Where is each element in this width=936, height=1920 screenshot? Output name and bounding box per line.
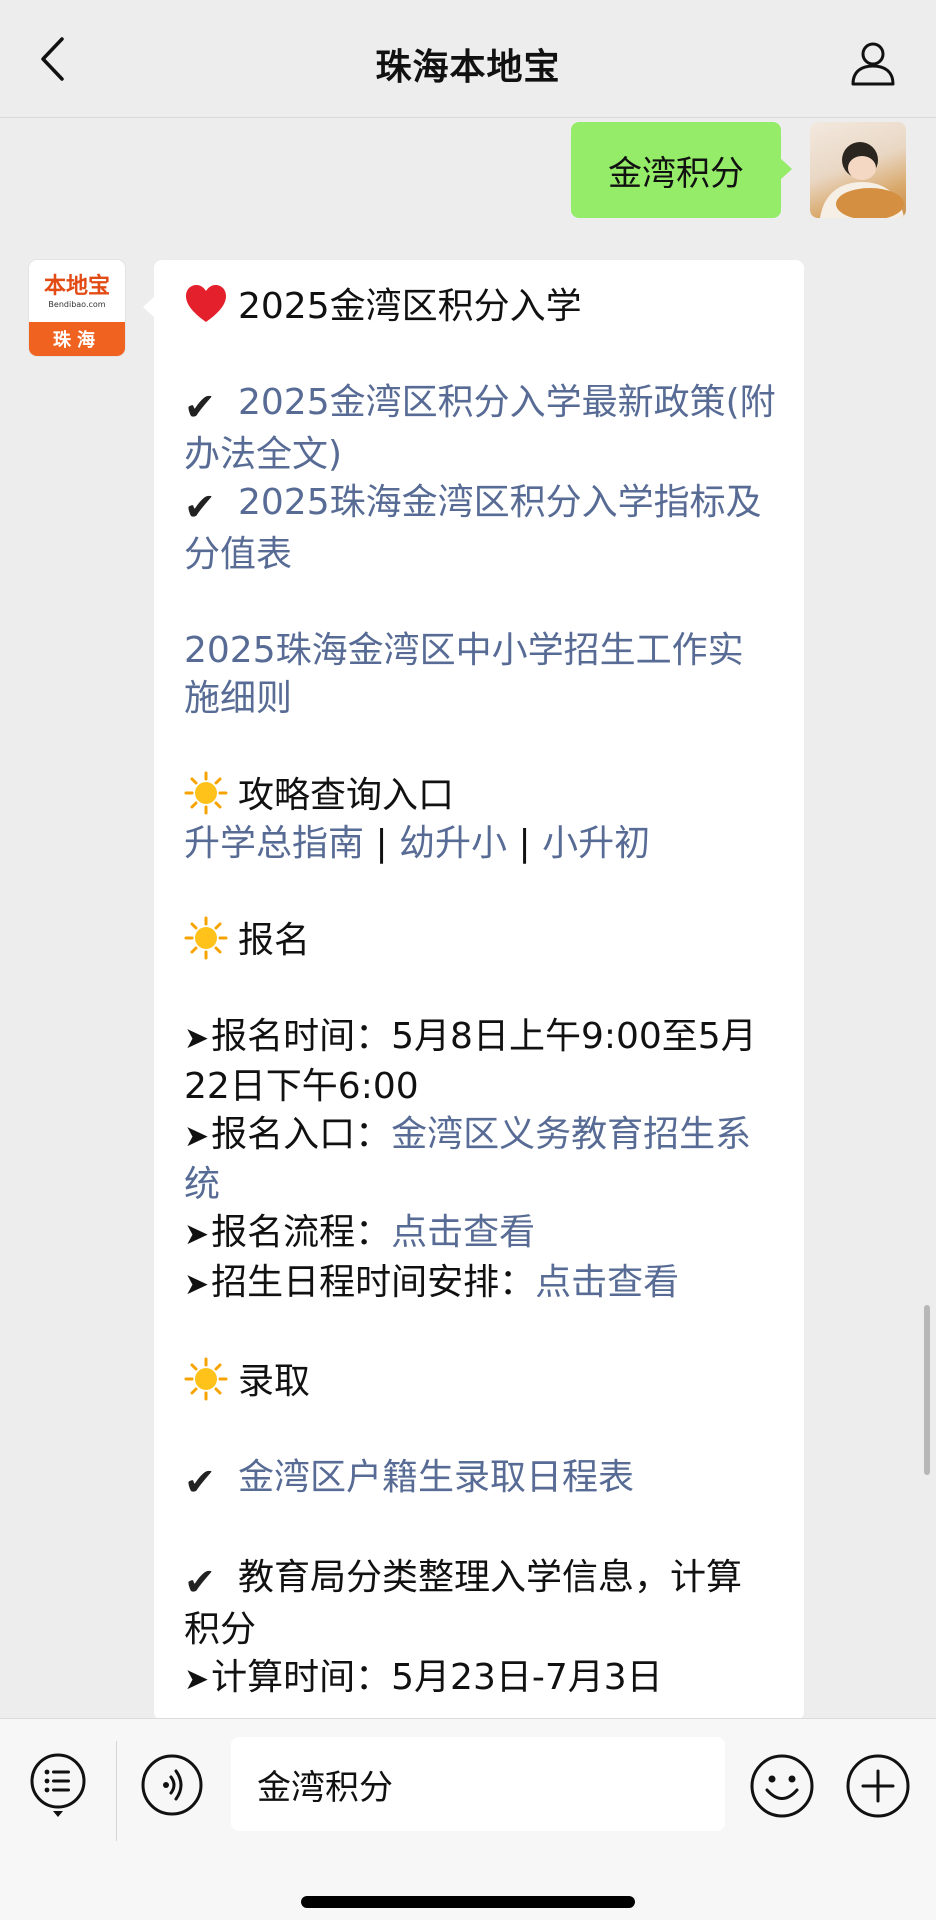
plus-icon	[846, 1754, 910, 1818]
user-photo	[820, 142, 904, 218]
calc-value: 5月23日-7月3日	[391, 1657, 663, 1698]
admit-schedule-link[interactable]: 金湾区户籍生录取日程表	[238, 1457, 634, 1498]
divider	[116, 1741, 117, 1841]
reg-entry-line: ➤报名入口：金湾区义务教育招生系统	[184, 1111, 776, 1209]
guide-link-primary[interactable]: 小升初	[542, 823, 650, 864]
separator: |	[507, 823, 543, 864]
schedule-label: 招生日程时间安排：	[211, 1262, 536, 1303]
checkmark-icon: ✔	[184, 1560, 216, 1604]
smiley-icon	[750, 1754, 814, 1818]
sun-icon	[184, 771, 228, 815]
profile-button[interactable]	[850, 40, 896, 86]
guide-heading: 攻略查询入口	[238, 775, 455, 816]
message-title-line: 2025金湾区积分入学	[184, 282, 776, 331]
home-indicator[interactable]	[301, 1896, 635, 1908]
reg-entry-label: 报名入口：	[211, 1114, 392, 1155]
sun-icon	[184, 916, 228, 960]
guide-link-kindergarten[interactable]: 幼升小	[399, 823, 507, 864]
guide-links-line: 升学总指南 | 幼升小 | 小升初	[184, 820, 776, 868]
arrow-icon: ➤	[184, 1217, 210, 1252]
arrow-icon: ➤	[184, 1119, 210, 1154]
schedule-line: ➤招生日程时间安排：点击查看	[184, 1259, 776, 1309]
calc-line: ➤计算时间：5月23日-7月3日	[184, 1654, 776, 1704]
admit-line: ✔ 金湾区户籍生录取日程表	[184, 1454, 776, 1506]
arrow-icon: ➤	[184, 1267, 210, 1302]
menu-button[interactable]	[28, 1753, 88, 1819]
input-bar: 金湾积分	[0, 1718, 936, 1920]
sun-icon	[184, 1357, 228, 1401]
edu-line: ✔ 教育局分类整理入学信息，计算积分	[184, 1554, 776, 1654]
separator: |	[364, 823, 400, 864]
rules-link[interactable]: 2025珠海金湾区中小学招生工作实施细则	[184, 630, 744, 719]
voice-icon	[141, 1754, 203, 1816]
reg-time-line: ➤报名时间：5月8日上午9:00至5月22日下午6:00	[184, 1013, 776, 1111]
arrow-icon: ➤	[184, 1021, 210, 1056]
calc-label: 计算时间：	[211, 1657, 392, 1698]
chat-title: 珠海本地宝	[375, 47, 561, 88]
reg-flow-line: ➤报名流程：点击查看	[184, 1209, 776, 1259]
arrow-icon: ➤	[184, 1662, 210, 1697]
chat-screen: 珠海本地宝 金湾积分 本地宝 Bendibao.com 珠海 2025金湾区积分…	[0, 0, 936, 1920]
logo-city-text: 珠海	[29, 322, 125, 356]
rules-line: 2025珠海金湾区中小学招生工作实施细则	[184, 627, 776, 723]
person-icon	[851, 42, 895, 86]
heart-icon	[186, 285, 226, 322]
reg-flow-link[interactable]: 点击查看	[391, 1212, 535, 1253]
outgoing-message-bubble[interactable]: 金湾积分	[571, 122, 792, 218]
checkmark-icon: ✔	[184, 1460, 216, 1504]
guide-link-overall[interactable]: 升学总指南	[184, 823, 364, 864]
incoming-message-bubble: 2025金湾区积分入学 ✔ 2025金湾区积分入学最新政策(附办法全文) ✔ 202…	[143, 260, 804, 1720]
outgoing-message-text: 金湾积分	[608, 153, 744, 194]
message-input[interactable]: 金湾积分	[231, 1737, 725, 1831]
user-avatar[interactable]	[810, 122, 906, 218]
guide-heading-line: 攻略查询入口	[184, 771, 776, 820]
policy-link[interactable]: 2025金湾区积分入学最新政策(附办法全文)	[184, 382, 776, 475]
register-heading-line: 报名	[184, 916, 776, 965]
register-heading: 报名	[238, 920, 311, 961]
admit-heading: 录取	[238, 1361, 311, 1402]
message-input-text: 金湾积分	[257, 1767, 393, 1808]
emoji-button[interactable]	[749, 1753, 815, 1819]
admit-heading-line: 录取	[184, 1357, 776, 1406]
logo-sub-text: Bendibao.com	[48, 300, 106, 309]
more-button[interactable]	[845, 1753, 911, 1819]
checkmark-icon: ✔	[184, 385, 216, 429]
list-menu-icon	[30, 1753, 86, 1817]
checkmark-icon: ✔	[184, 485, 216, 529]
schedule-link[interactable]: 点击查看	[535, 1262, 679, 1303]
message-title: 2025金湾区积分入学	[238, 286, 582, 327]
indicators-link[interactable]: 2025珠海金湾区积分入学指标及分值表	[184, 482, 762, 575]
logo-brand-text: 本地宝	[43, 273, 110, 299]
reg-time-label: 报名时间：	[211, 1016, 392, 1057]
voice-button[interactable]	[140, 1753, 204, 1817]
reg-flow-label: 报名流程：	[211, 1212, 392, 1253]
policy-line: ✔ 2025金湾区积分入学最新政策(附办法全文)	[184, 379, 776, 479]
bot-avatar[interactable]: 本地宝 Bendibao.com 珠海	[29, 260, 125, 356]
chat-header: 珠海本地宝	[0, 0, 936, 118]
indicators-line: ✔ 2025珠海金湾区积分入学指标及分值表	[184, 479, 776, 579]
edu-text: 教育局分类整理入学信息，计算积分	[184, 1557, 743, 1650]
scrollbar[interactable]	[924, 1305, 930, 1475]
